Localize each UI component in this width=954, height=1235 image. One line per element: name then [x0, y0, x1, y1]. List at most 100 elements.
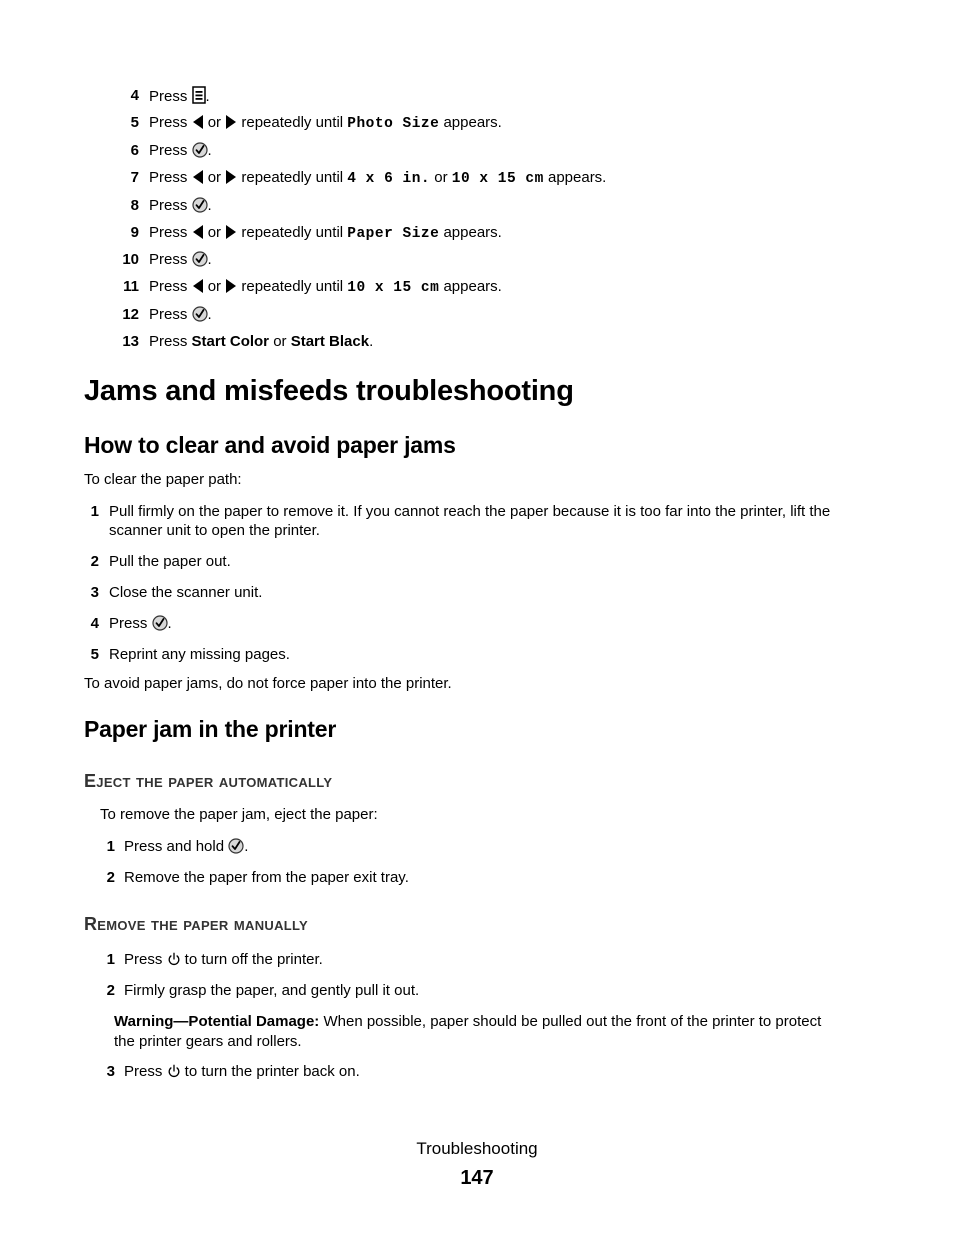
right-arrow-icon: [225, 224, 237, 240]
step-number: 13: [122, 333, 139, 350]
select-check-icon: [192, 251, 208, 267]
step-text: appears.: [543, 169, 607, 186]
step-text: Press: [124, 1063, 167, 1080]
warning-label: Warning—Potential Damage:: [114, 1013, 320, 1030]
display-code: 10 x 15 cm: [347, 280, 440, 296]
display-code: 10 x 15 cm: [451, 171, 544, 187]
select-check-icon: [192, 142, 208, 158]
step-text: Reprint any missing pages.: [109, 646, 290, 663]
section-outro: To avoid paper jams, do not force paper …: [84, 675, 452, 692]
step-number: 5: [130, 114, 139, 131]
punct: .: [207, 306, 212, 323]
footer-section-title: Troubleshooting: [416, 1139, 538, 1158]
chapter-heading: Jams and misfeeds troubleshooting: [84, 375, 574, 407]
step-text: repeatedly until: [237, 224, 348, 241]
step-text: repeatedly until: [237, 169, 348, 186]
display-code: Paper Size: [347, 226, 440, 242]
step-number: 4: [130, 87, 139, 104]
step-text: to turn off the printer.: [180, 951, 323, 968]
select-check-icon: [192, 306, 208, 322]
subsection-heading-eject: Eject the paper automatically: [84, 771, 333, 791]
select-check-icon: [192, 197, 208, 213]
step-text: Press: [149, 251, 192, 268]
subsection-intro: To remove the paper jam, eject the paper…: [100, 806, 378, 823]
menu-icon: [192, 86, 206, 104]
step-number: 8: [130, 197, 139, 214]
punct: .: [167, 615, 172, 632]
step-number: 1: [106, 951, 115, 968]
section-intro: To clear the paper path:: [84, 471, 242, 488]
step-text: Pull the paper out.: [109, 553, 231, 570]
step-text-continued: scanner unit to open the printer.: [109, 522, 320, 539]
warning-note: Warning—Potential Damage: When possible,…: [114, 1012, 821, 1052]
left-arrow-icon: [192, 169, 204, 185]
right-arrow-icon: [225, 169, 237, 185]
start-color-label: Start Color: [191, 333, 270, 350]
step-number: 1: [106, 838, 115, 855]
step-text: Remove the paper from the paper exit tra…: [124, 869, 409, 886]
or-text: or: [430, 169, 452, 186]
page-number: 147: [460, 1167, 494, 1189]
warning-text: When possible, paper should be pulled ou…: [319, 1013, 822, 1030]
step-text: appears.: [439, 224, 502, 241]
punct: .: [244, 838, 249, 855]
step-number: 3: [90, 584, 99, 601]
or-text: or: [207, 224, 222, 241]
or-text: or: [207, 114, 222, 131]
punct: .: [207, 142, 212, 159]
right-arrow-icon: [225, 278, 237, 294]
step-text: Press: [149, 278, 192, 295]
step-number: 11: [123, 278, 139, 295]
step-text: Press: [149, 197, 192, 214]
step-text: Press: [149, 88, 192, 105]
step-number: 1: [90, 503, 99, 520]
step-number: 10: [122, 251, 139, 268]
punct: .: [369, 333, 374, 350]
step-number: 4: [90, 615, 99, 632]
power-icon: [167, 1063, 181, 1079]
select-check-icon: [228, 838, 244, 854]
punct: .: [205, 88, 210, 105]
step-number: 3: [106, 1063, 115, 1080]
step-text: Close the scanner unit.: [109, 584, 263, 601]
step-text: Press: [149, 169, 192, 186]
right-arrow-icon: [225, 114, 237, 130]
step-text: repeatedly until: [237, 114, 348, 131]
step-text: appears.: [439, 278, 502, 295]
step-text: Press: [149, 333, 192, 350]
step-text: Press: [149, 224, 192, 241]
step-text: Press: [109, 615, 152, 632]
left-arrow-icon: [192, 224, 204, 240]
or-text: or: [269, 333, 291, 350]
document-page: 4 Press . 5 Press or repeatedly until Ph…: [0, 0, 954, 1235]
step-text: repeatedly until: [237, 278, 348, 295]
left-arrow-icon: [192, 114, 204, 130]
step-text: appears.: [439, 114, 502, 131]
warning-text-continued: the printer gears and rollers.: [114, 1033, 302, 1050]
subsection-heading-manual: Remove the paper manually: [84, 914, 309, 934]
display-code: Photo Size: [347, 116, 440, 132]
step-number: 12: [122, 306, 139, 323]
step-number: 2: [90, 553, 99, 570]
or-text: or: [207, 169, 222, 186]
step-text: Press: [149, 114, 192, 131]
step-number: 2: [106, 982, 115, 999]
punct: .: [207, 251, 212, 268]
step-text: Firmly grasp the paper, and gently pull …: [124, 982, 420, 999]
step-text: Press: [149, 142, 192, 159]
step-number: 5: [90, 646, 99, 663]
step-number: 9: [130, 224, 139, 241]
step-number: 7: [130, 169, 139, 186]
step-text: Press: [149, 306, 192, 323]
section-heading-paper-jam: Paper jam in the printer: [84, 716, 337, 742]
step-text: to turn the printer back on.: [180, 1063, 360, 1080]
select-check-icon: [152, 615, 168, 631]
step-text: Pull firmly on the paper to remove it. I…: [109, 503, 831, 520]
step-number: 2: [106, 869, 115, 886]
step-text: Press and hold: [124, 838, 229, 855]
power-icon: [167, 951, 181, 967]
punct: .: [207, 197, 212, 214]
section-heading-clear-jams: How to clear and avoid paper jams: [84, 432, 456, 458]
or-text: or: [207, 278, 222, 295]
step-number: 6: [130, 142, 139, 159]
